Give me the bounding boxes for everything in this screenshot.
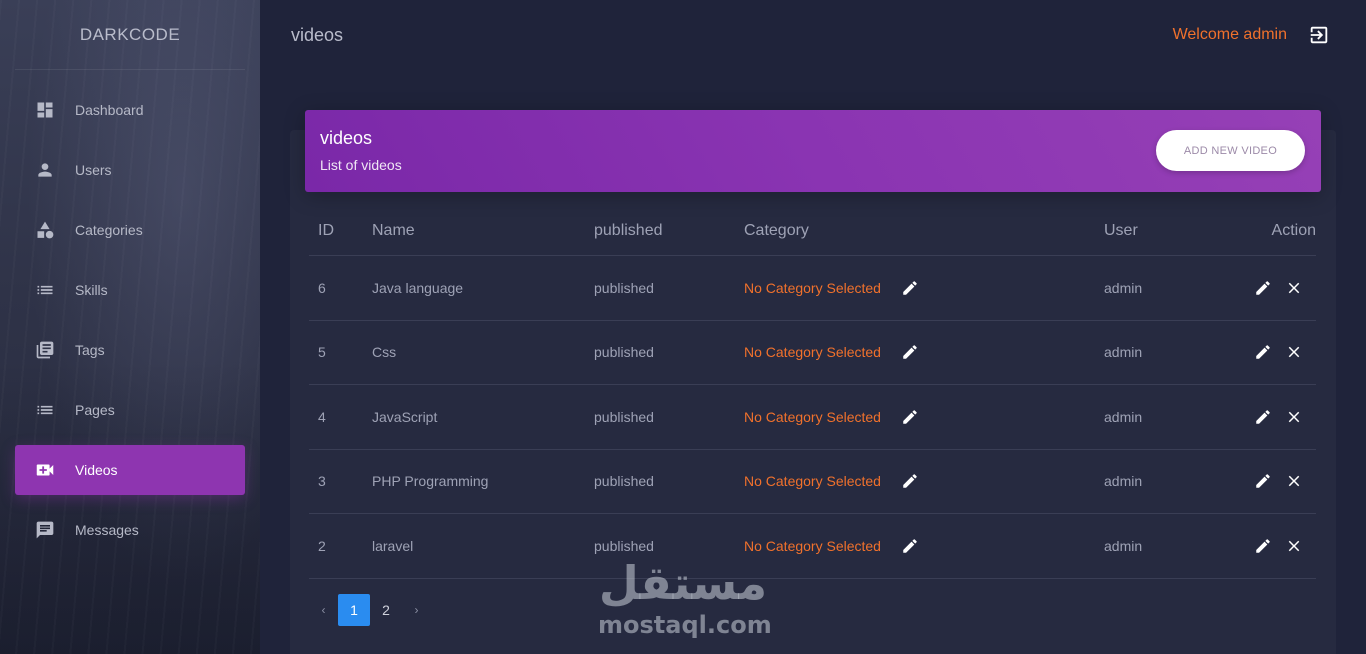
next-page-button[interactable]: › (402, 594, 431, 626)
video-category: No Category Selected (744, 537, 881, 554)
video-user: admin (1104, 408, 1143, 425)
table-header-row: ID Name published Category User Action (309, 206, 1316, 256)
videos-table: ID Name published Category User Action 6… (309, 206, 1316, 579)
watermark-arabic: مستقل (598, 556, 768, 610)
edit-category-icon[interactable] (901, 537, 919, 555)
page-title: videos (291, 25, 344, 45)
delete-icon[interactable] (1285, 343, 1303, 361)
page-button-1[interactable]: 1 (338, 594, 370, 626)
sidebar-item-label: Dashboard (75, 102, 144, 118)
library-books-icon (34, 339, 56, 361)
sidebar-item-tags[interactable]: Tags (15, 325, 245, 375)
sidebar-item-label: Skills (75, 282, 108, 298)
sidebar-item-label: Videos (75, 462, 118, 478)
table-row: 4 JavaScript published No Category Selec… (309, 385, 1316, 450)
watermark-latin: mostaql.com (598, 611, 772, 639)
video-published: published (594, 279, 654, 296)
edit-category-icon[interactable] (901, 408, 919, 426)
pagination: ‹ 1 2 › (309, 594, 431, 626)
page-button-2[interactable]: 2 (370, 594, 402, 626)
video-published: published (594, 537, 654, 554)
sidebar-item-videos[interactable]: Videos (15, 445, 245, 495)
edit-icon[interactable] (1254, 472, 1272, 490)
brand-logo[interactable]: DARKCODE (15, 0, 245, 70)
sidebar-item-dashboard[interactable]: Dashboard (15, 85, 245, 135)
add-new-video-button[interactable]: ADD NEW VIDEO (1156, 130, 1305, 171)
prev-page-button[interactable]: ‹ (309, 594, 338, 626)
video-category: No Category Selected (744, 408, 881, 425)
video-published: published (594, 473, 654, 490)
sidebar-item-skills[interactable]: Skills (15, 265, 245, 315)
delete-icon[interactable] (1285, 408, 1303, 426)
column-header-published: published (594, 221, 663, 239)
sidebar-item-pages[interactable]: Pages (15, 385, 245, 435)
card-subtitle: List of videos (320, 157, 402, 173)
edit-icon[interactable] (1254, 279, 1272, 297)
video-published: published (594, 408, 654, 425)
edit-icon[interactable] (1254, 343, 1272, 361)
video-category: No Category Selected (744, 279, 881, 296)
video-id: 5 (318, 344, 326, 361)
video-user: admin (1104, 473, 1143, 490)
list-icon (34, 399, 56, 421)
video-name: Css (372, 344, 397, 361)
table-row: 3 PHP Programming published No Category … (309, 450, 1316, 514)
video-id: 2 (318, 537, 326, 554)
table-row: 6 Java language published No Category Se… (309, 256, 1316, 321)
watermark: مستقل mostaql.com (598, 555, 772, 645)
video-id: 4 (318, 408, 326, 425)
category-shapes-icon (34, 219, 56, 241)
card-title: videos (320, 128, 373, 148)
column-header-user: User (1104, 221, 1138, 239)
sidebar-item-label: Categories (75, 222, 143, 238)
edit-category-icon[interactable] (901, 472, 919, 490)
column-header-id: ID (318, 221, 334, 239)
sidebar-nav: Dashboard Users Categories Skills Tags P… (0, 85, 260, 555)
video-name: PHP Programming (372, 473, 489, 490)
sidebar-item-label: Tags (75, 342, 105, 358)
edit-icon[interactable] (1254, 408, 1272, 426)
topbar: videos Welcome admin (260, 0, 1366, 70)
edit-icon[interactable] (1254, 537, 1272, 555)
column-header-action: Action (1271, 221, 1316, 239)
sidebar-item-label: Users (75, 162, 112, 178)
video-name: Java language (372, 279, 464, 296)
video-id: 3 (318, 473, 326, 490)
logout-icon[interactable] (1308, 24, 1330, 46)
video-category: No Category Selected (744, 344, 881, 361)
sidebar-item-label: Messages (75, 522, 139, 538)
chat-icon (34, 519, 56, 541)
video-id: 6 (318, 279, 326, 296)
edit-category-icon[interactable] (901, 279, 919, 297)
table-row: 5 Css published No Category Selected adm… (309, 321, 1316, 385)
delete-icon[interactable] (1285, 537, 1303, 555)
video-call-icon (34, 459, 56, 481)
video-name: laravel (372, 537, 414, 554)
sidebar-item-label: Pages (75, 402, 115, 418)
welcome-text[interactable]: Welcome admin (1173, 26, 1287, 44)
column-header-category: Category (744, 221, 809, 239)
delete-icon[interactable] (1285, 279, 1303, 297)
sidebar-item-categories[interactable]: Categories (15, 205, 245, 255)
delete-icon[interactable] (1285, 472, 1303, 490)
card-header: videos List of videos ADD NEW VIDEO (305, 110, 1321, 192)
person-icon (34, 159, 56, 181)
edit-category-icon[interactable] (901, 343, 919, 361)
sidebar-item-messages[interactable]: Messages (15, 505, 245, 555)
video-name: JavaScript (372, 408, 438, 425)
table-row: 2 laravel published No Category Selected… (309, 514, 1316, 579)
video-user: admin (1104, 344, 1143, 361)
column-header-name: Name (372, 221, 415, 239)
list-icon (34, 279, 56, 301)
sidebar: DARKCODE Dashboard Users Categories Skil… (0, 0, 260, 654)
dashboard-icon (34, 99, 56, 121)
video-user: admin (1104, 537, 1143, 554)
video-published: published (594, 344, 654, 361)
video-category: No Category Selected (744, 473, 881, 490)
sidebar-item-users[interactable]: Users (15, 145, 245, 195)
video-user: admin (1104, 279, 1143, 296)
